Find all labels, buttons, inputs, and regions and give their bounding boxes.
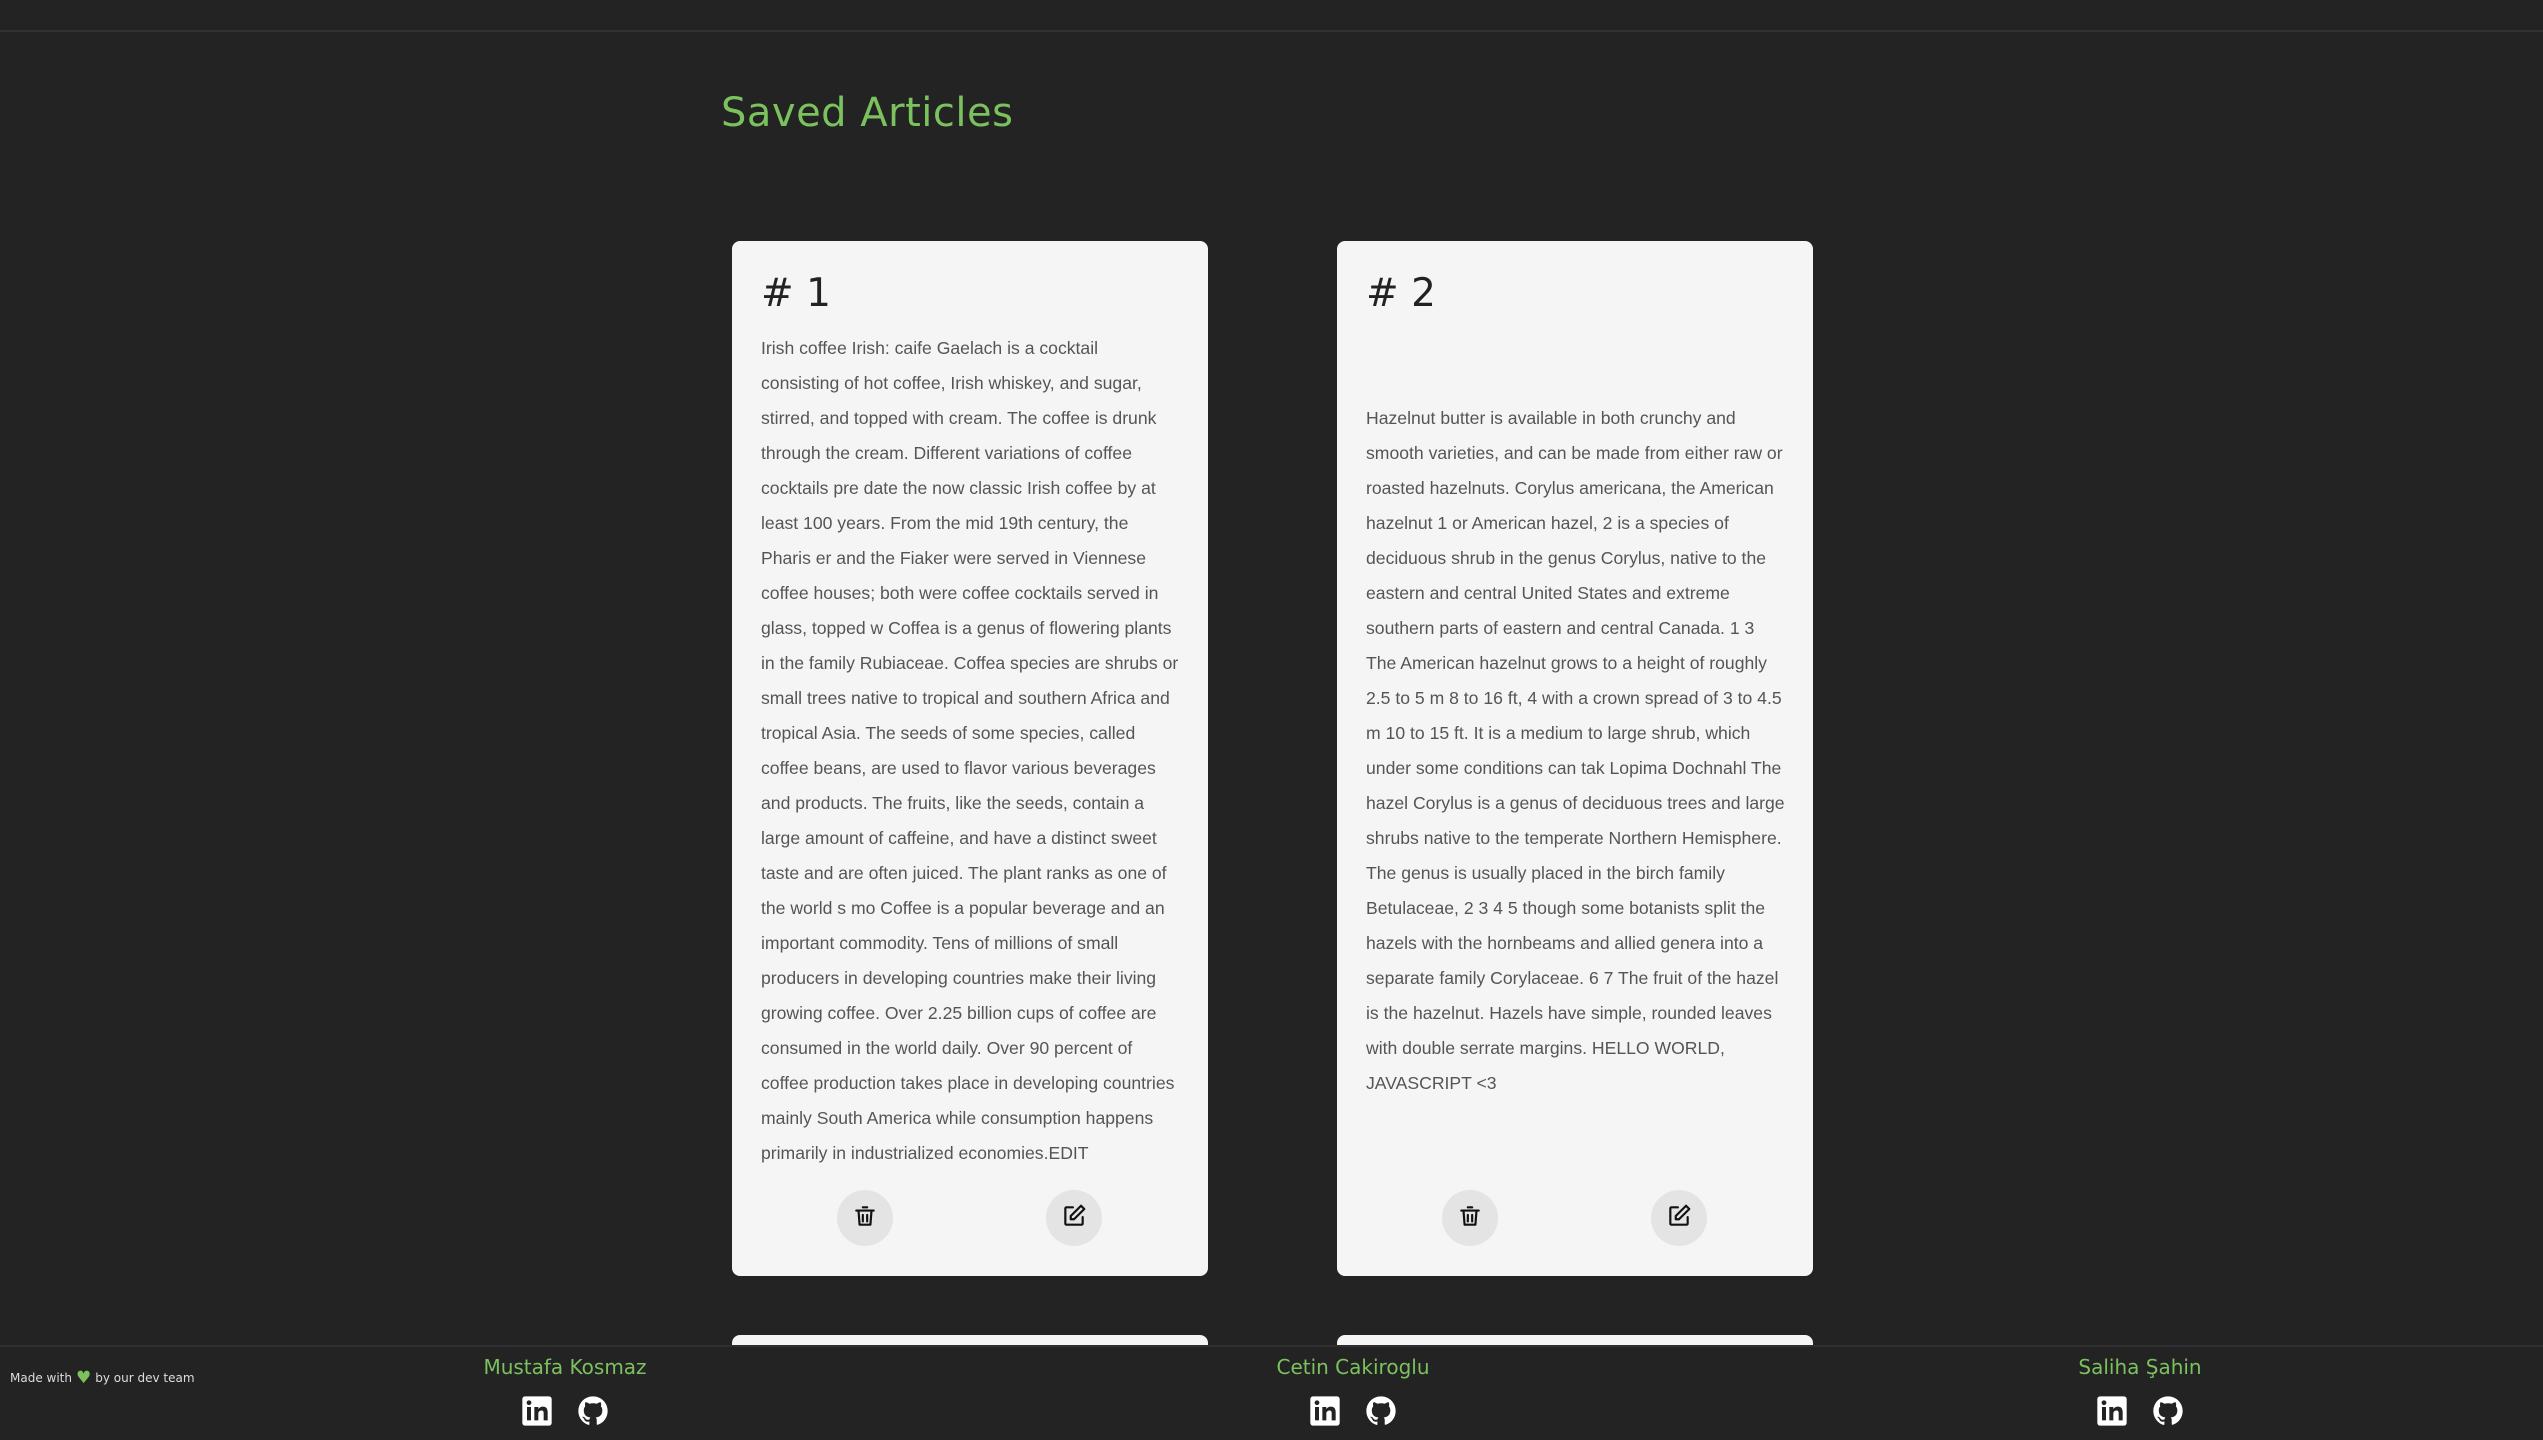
edit-icon (1061, 1203, 1087, 1234)
delete-button[interactable] (837, 1190, 893, 1246)
github-icon[interactable] (1365, 1395, 1397, 1427)
edit-icon (1666, 1203, 1692, 1234)
linkedin-icon[interactable] (521, 1395, 553, 1427)
article-number: # 2 (1366, 271, 1436, 316)
made-with-suffix: by our dev team (95, 1371, 195, 1385)
linkedin-icon[interactable] (1309, 1395, 1341, 1427)
made-with-credit: Made with ♥ by our dev team (10, 1368, 195, 1388)
trash-icon (1457, 1203, 1483, 1234)
edit-button[interactable] (1651, 1190, 1707, 1246)
page-title: Saved Articles (721, 90, 1014, 136)
member-name: Mustafa Kosmaz (483, 1355, 647, 1379)
article-text: Hazelnut butter is available in both cru… (1366, 408, 1785, 1093)
linkedin-icon[interactable] (2096, 1395, 2128, 1427)
member-name: Saliha Şahin (2078, 1355, 2202, 1379)
heart-icon: ♥ (75, 1368, 92, 1388)
article-number: # 1 (761, 271, 831, 316)
made-with-prefix: Made with (10, 1371, 72, 1385)
edit-button[interactable] (1046, 1190, 1102, 1246)
article-card: # 1 Irish coffee Irish: caife Gaelach is… (732, 241, 1208, 1276)
team-member: Saliha Şahin (2057, 1355, 2223, 1427)
github-icon[interactable] (2152, 1395, 2184, 1427)
member-name: Cetin Cakiroglu (1276, 1355, 1430, 1379)
article-text: Irish coffee Irish: caife Gaelach is a c… (761, 338, 1179, 1163)
delete-button[interactable] (1442, 1190, 1498, 1246)
trash-icon (852, 1203, 878, 1234)
team-member: Mustafa Kosmaz (482, 1355, 648, 1427)
article-card: # 2 Hazelnut butter is available in both… (1337, 241, 1813, 1276)
github-icon[interactable] (577, 1395, 609, 1427)
top-bar (0, 0, 2543, 32)
team-member: Cetin Cakiroglu (1270, 1355, 1436, 1427)
